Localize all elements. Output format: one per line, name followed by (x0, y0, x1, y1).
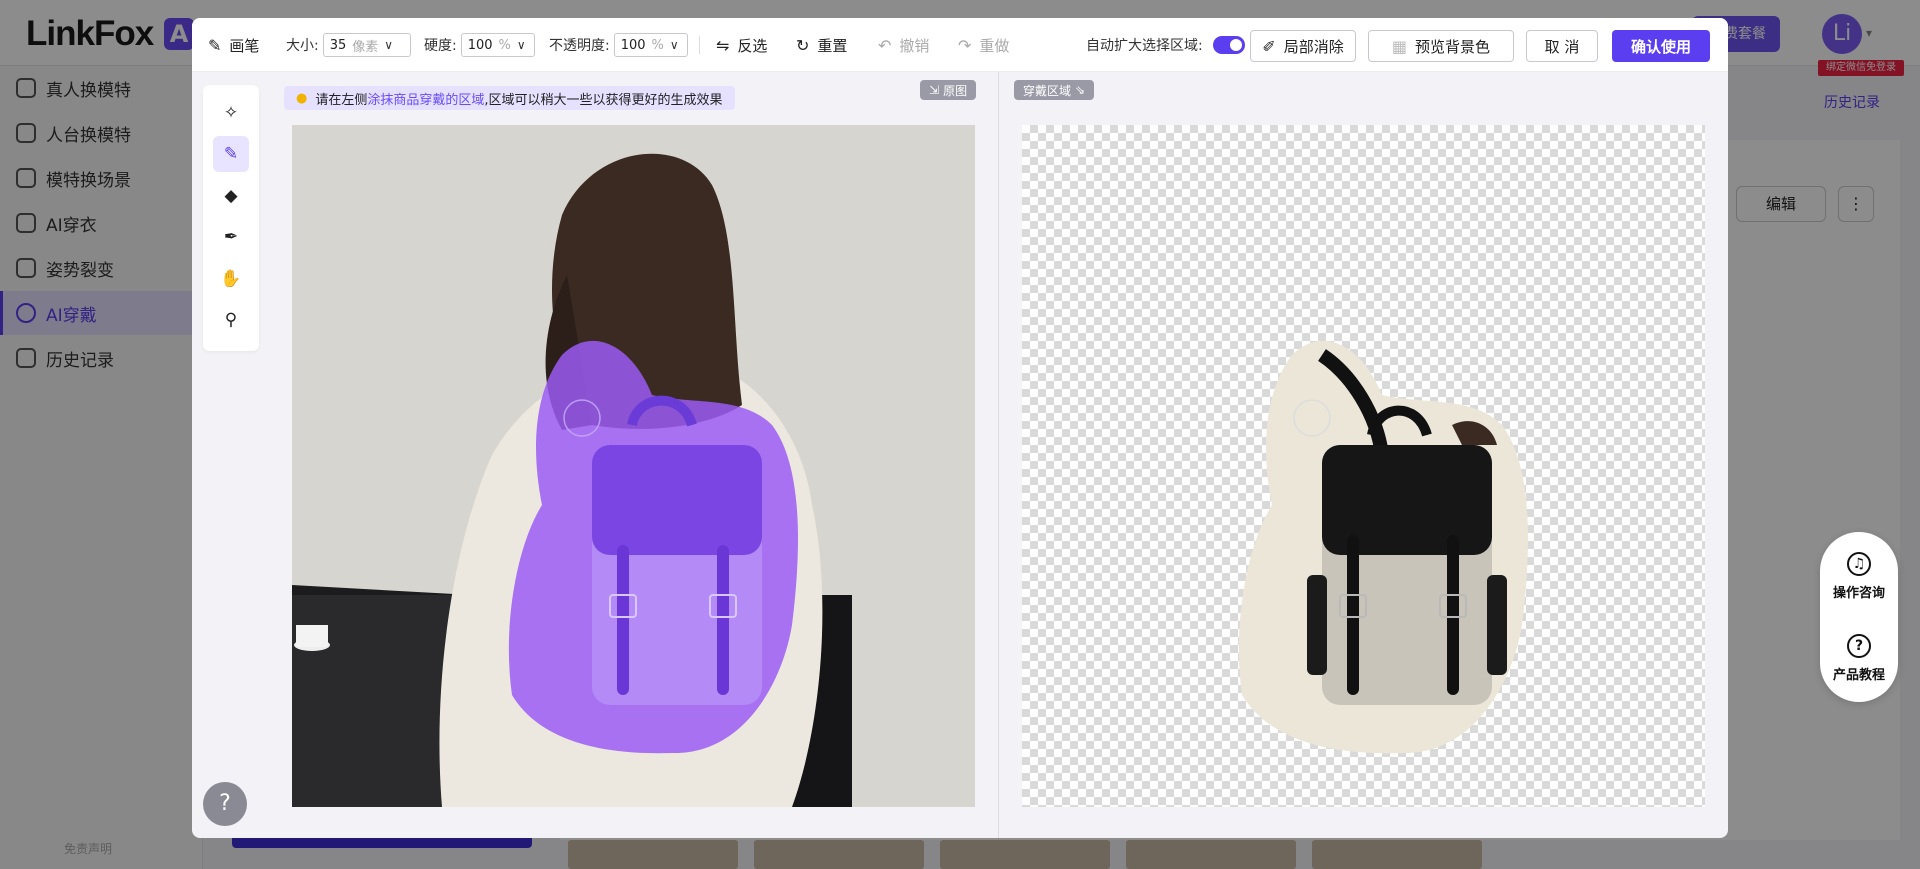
auto-expand-label: 自动扩大选择区域: (1086, 38, 1203, 54)
local-erase-button[interactable]: ✐ 局部消除 (1250, 30, 1356, 62)
local-erase-label: 局部消除 (1283, 37, 1344, 56)
toolbar-divider (699, 36, 700, 54)
invert-selection-button[interactable]: ⇋ 反选 (716, 18, 767, 72)
size-control: 大小: 35 像素 ∨ (286, 18, 411, 72)
pane-divider (998, 72, 999, 838)
tool-name: ✎ 画笔 (208, 18, 259, 72)
size-value: 35 (329, 37, 347, 53)
undo-button[interactable]: ↶ 撤销 (878, 18, 929, 72)
chevron-down-icon: ∨ (384, 38, 394, 52)
chevron-down-icon: ∨ (669, 38, 679, 52)
collapse-icon: ⇲ (929, 83, 940, 97)
size-label: 大小: (286, 38, 319, 54)
undo-icon: ↶ (878, 35, 892, 55)
hint-emphasis: 涂抹商品穿戴的区域 (367, 92, 485, 108)
help-button[interactable]: ? (203, 782, 247, 826)
brush-tool-icon[interactable]: ✎ (213, 136, 249, 172)
redo-label: 重做 (979, 36, 1010, 55)
floating-help-panel: ♫ 操作咨询 ? 产品教程 (1820, 532, 1898, 702)
reset-label: 重置 (817, 36, 848, 55)
magic-wand-icon[interactable]: ✧ (213, 95, 249, 131)
undo-label: 撤销 (899, 36, 930, 55)
wear-area-editor-modal: ✎ 画笔 大小: 35 像素 ∨ 硬度: 100 % ∨ 不透明度: 100 % (192, 18, 1728, 838)
wear-area-cutout (1238, 340, 1528, 754)
tutorial-label: 产品教程 (1832, 668, 1885, 683)
tutorial-button[interactable]: ? 产品教程 (1820, 634, 1898, 683)
original-image-tag[interactable]: ⇲ 原图 (920, 80, 977, 100)
invert-label: 反选 (737, 36, 768, 55)
hint-suffix: ,区域可以稍大一些以获得更好的生成效果 (484, 92, 723, 108)
headset-icon: ♫ (1847, 552, 1871, 576)
opacity-label: 不透明度: (549, 38, 610, 54)
consult-label: 操作咨询 (1832, 586, 1885, 601)
preview-bg-color-button[interactable]: ▦ 预览背景色 (1368, 30, 1514, 62)
chevron-down-icon: ∨ (516, 38, 526, 52)
hardness-control: 硬度: 100 % ∨ (424, 18, 535, 72)
checker-icon: ▦ (1391, 36, 1408, 56)
reset-button[interactable]: ↻ 重置 (796, 18, 847, 72)
hint-prefix: 请在左侧 (315, 92, 368, 108)
redo-button[interactable]: ↷ 重做 (958, 18, 1009, 72)
cancel-button[interactable]: 取 消 (1526, 30, 1598, 62)
original-photo (292, 125, 975, 807)
tool-palette: ✧ ✎ ◆ ✒ ✋ ⚲ (203, 85, 259, 351)
opacity-control: 不透明度: 100 % ∨ (549, 18, 688, 72)
editor-toolbar: ✎ 画笔 大小: 35 像素 ∨ 硬度: 100 % ∨ 不透明度: 100 % (192, 18, 1728, 72)
eraser-icon[interactable]: ◆ (213, 178, 249, 214)
wear-area-tag-label: 穿戴区域 (1023, 83, 1072, 98)
size-select[interactable]: 35 像素 ∨ (322, 33, 411, 57)
auto-expand-control: 自动扩大选择区域: (1086, 18, 1245, 72)
opacity-unit: % (651, 37, 664, 53)
auto-expand-toggle[interactable] (1212, 36, 1245, 54)
hardness-value: 100 (467, 37, 493, 53)
wear-area-tag[interactable]: 穿戴区域 ⇘ (1014, 80, 1095, 100)
wear-area-canvas[interactable] (1022, 125, 1705, 807)
lightbulb-icon: ● (296, 90, 308, 106)
opacity-value: 100 (620, 37, 646, 53)
original-tag-label: 原图 (943, 83, 968, 98)
redo-icon: ↷ (958, 35, 972, 55)
swap-icon: ⇋ (716, 35, 730, 55)
zoom-icon[interactable]: ⚲ (213, 302, 249, 338)
opacity-select[interactable]: 100 % ∨ (613, 33, 688, 57)
instruction-hint: ● 请在左侧 涂抹商品穿戴的区域 ,区域可以稍大一些以获得更好的生成效果 (284, 86, 735, 110)
preview-bg-label: 预览背景色 (1415, 37, 1491, 56)
hand-icon[interactable]: ✋ (213, 261, 249, 297)
brush-icon: ✎ (208, 35, 222, 55)
erase-icon: ✐ (1262, 36, 1276, 56)
refresh-icon: ↻ (796, 35, 810, 55)
confirm-button[interactable]: 确认使用 (1612, 30, 1710, 62)
expand-icon: ⇘ (1075, 83, 1086, 97)
tool-name-label: 画笔 (229, 36, 260, 55)
hardness-select[interactable]: 100 % ∨ (460, 33, 535, 57)
question-icon: ? (1847, 634, 1871, 658)
hardness-unit: % (498, 37, 511, 53)
original-canvas[interactable] (292, 125, 975, 807)
hardness-label: 硬度: (424, 38, 457, 54)
pen-icon[interactable]: ✒ (213, 219, 249, 255)
size-unit: 像素 (352, 39, 379, 55)
consult-button[interactable]: ♫ 操作咨询 (1820, 552, 1898, 601)
